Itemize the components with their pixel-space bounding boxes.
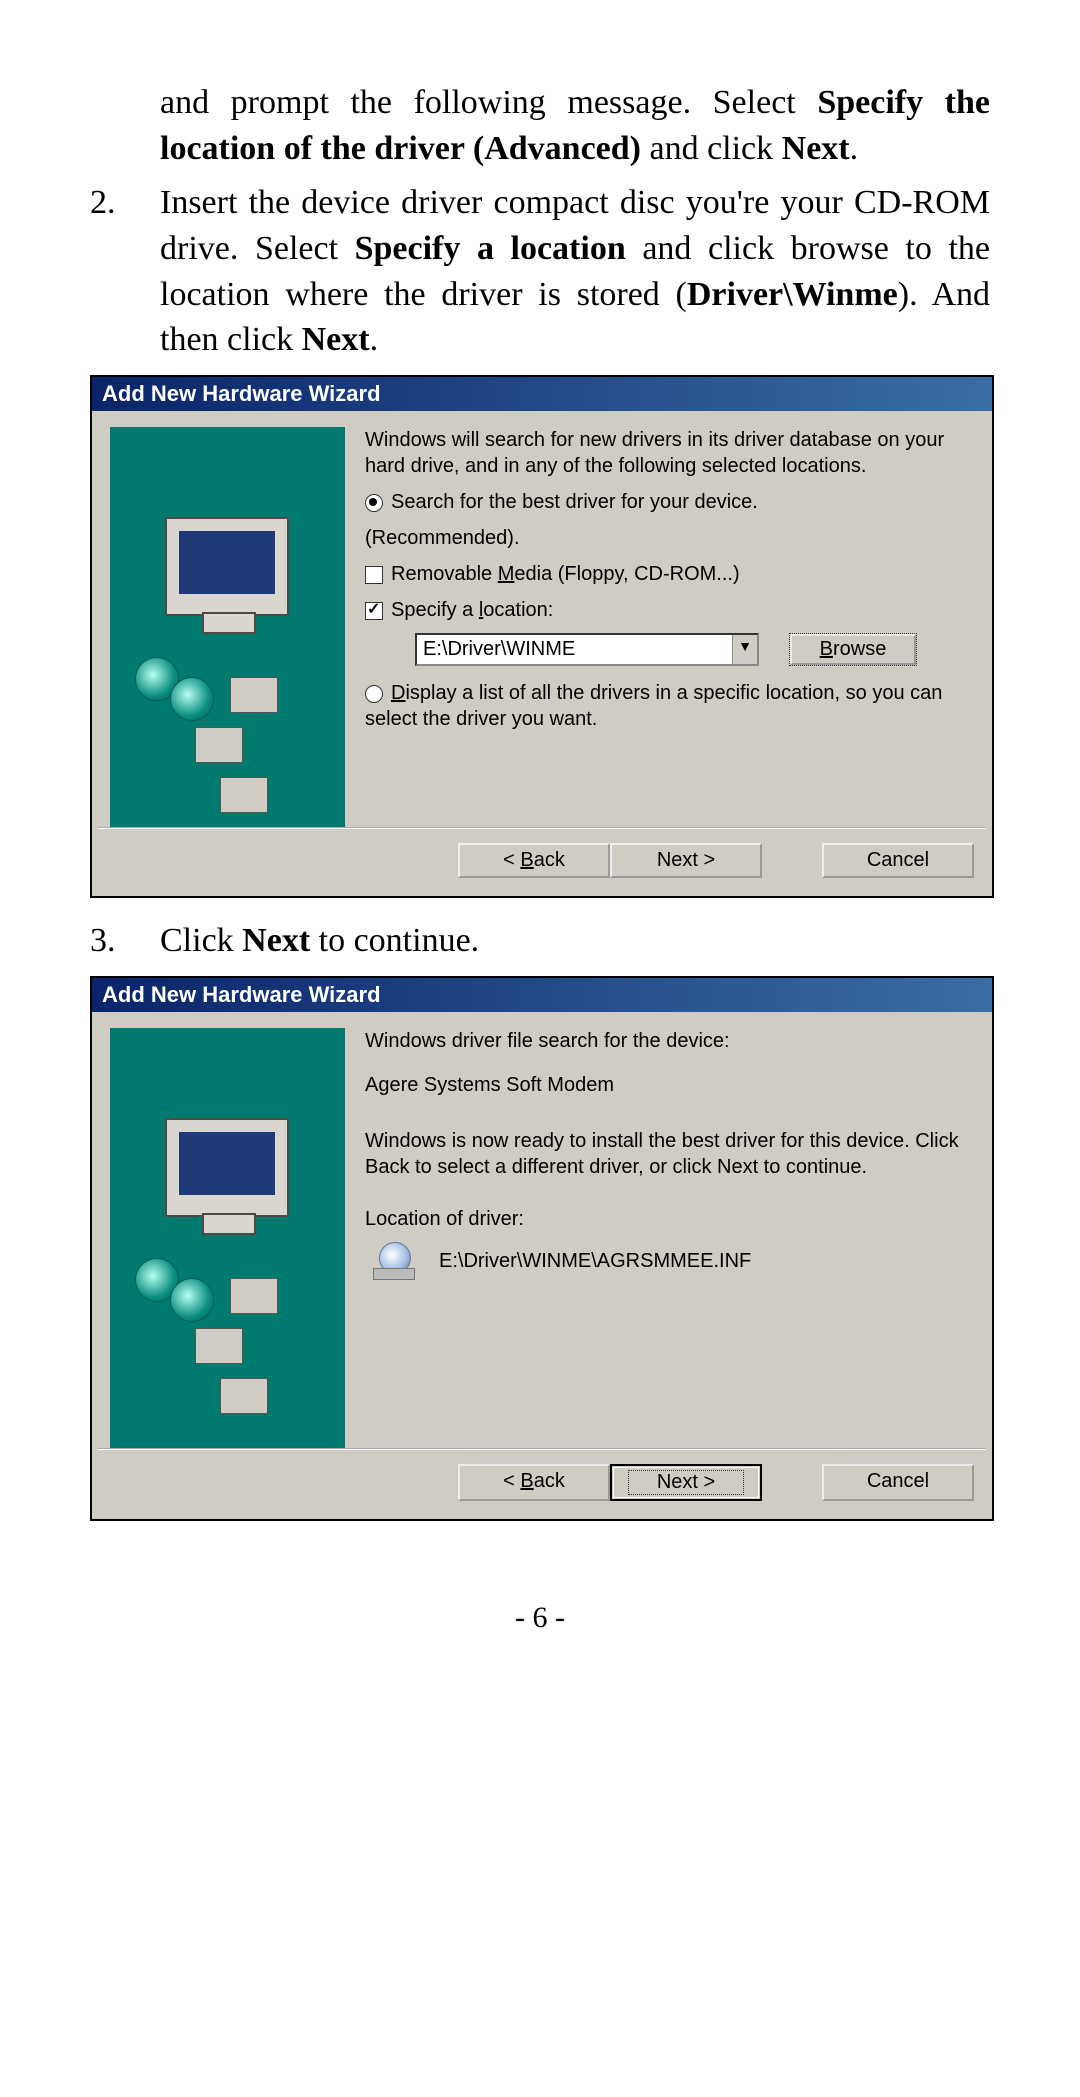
step-3-text: Click Next to continue. [160, 918, 990, 964]
next-button[interactable]: Next > [610, 1464, 762, 1501]
wizard-title: Add New Hardware Wizard [92, 377, 992, 411]
location-label: Location of driver: [365, 1206, 970, 1232]
disc-icon [170, 677, 214, 721]
wizard-button-row: < Back Next > Cancel [92, 1450, 992, 1519]
dropdown-icon[interactable]: ▼ [732, 635, 757, 664]
floppy-icon [230, 677, 278, 713]
cd-icon [373, 1242, 415, 1280]
device-name: Agere Systems Soft Modem [365, 1072, 970, 1098]
disc-icon [170, 1278, 214, 1322]
step-3: 3. Click Next to continue. [90, 918, 990, 964]
radio-search-best[interactable]: Search for the best driver for your devi… [365, 489, 970, 515]
location-combo[interactable]: ▼ [415, 633, 759, 666]
location-row: ▼ Browse [415, 633, 970, 666]
floppy-icon [195, 727, 243, 763]
cancel-button[interactable]: Cancel [822, 1464, 974, 1501]
checkbox-icon[interactable] [365, 566, 383, 584]
wizard-side-graphic [110, 427, 345, 827]
monitor-icon [165, 1118, 289, 1217]
wizard-content: Windows driver file search for the devic… [365, 1028, 974, 1448]
floppy-icon [220, 777, 268, 813]
wizard-content: Windows will search for new drivers in i… [365, 427, 974, 827]
radio-display-list[interactable]: Display a list of all the drivers in a s… [365, 680, 970, 732]
driver-location-row: E:\Driver\WINME\AGRSMMEE.INF [373, 1242, 970, 1280]
floppy-icon [195, 1328, 243, 1364]
search-label: Windows driver file search for the devic… [365, 1028, 970, 1054]
location-input[interactable] [417, 635, 732, 664]
monitor-icon [165, 517, 289, 616]
radio-icon[interactable] [365, 494, 383, 512]
bold-text: Next [782, 130, 850, 167]
add-new-hardware-wizard-2: Add New Hardware Wizard Windows driver f… [90, 976, 994, 1521]
browse-button[interactable]: Browse [789, 633, 917, 666]
step-2: 2. Insert the device driver compact disc… [90, 180, 990, 364]
page-number: - 6 - [90, 1601, 990, 1635]
driver-path: E:\Driver\WINME\AGRSMMEE.INF [439, 1250, 751, 1273]
floppy-icon [230, 1278, 278, 1314]
step-2-text: Insert the device driver compact disc yo… [160, 180, 990, 364]
checkbox-specify-location[interactable]: Specify a location: [365, 597, 970, 623]
list-number: 3. [90, 918, 120, 964]
wizard-side-graphic [110, 1028, 345, 1448]
cancel-button[interactable]: Cancel [822, 843, 974, 878]
ready-text: Windows is now ready to install the best… [365, 1128, 970, 1180]
text: and click [641, 130, 782, 167]
wizard-title: Add New Hardware Wizard [92, 978, 992, 1012]
wizard-intro-text: Windows will search for new drivers in i… [365, 427, 970, 479]
radio-icon[interactable] [365, 685, 383, 703]
wizard-button-row: < Back Next > Cancel [92, 829, 992, 896]
intro-paragraph: and prompt the following message. Select… [160, 80, 990, 172]
list-number: 2. [90, 180, 120, 364]
back-button[interactable]: < Back [458, 843, 610, 878]
checkbox-removable-media[interactable]: Removable Media (Floppy, CD-ROM...) [365, 561, 970, 587]
add-new-hardware-wizard-1: Add New Hardware Wizard Windows will sea… [90, 375, 994, 898]
text: and prompt the following message. Select [160, 84, 817, 121]
next-button[interactable]: Next > [610, 843, 762, 878]
text: . [850, 130, 859, 167]
recommended-label: (Recommended). [365, 525, 970, 551]
checkbox-icon[interactable] [365, 602, 383, 620]
floppy-icon [220, 1378, 268, 1414]
back-button[interactable]: < Back [458, 1464, 610, 1501]
